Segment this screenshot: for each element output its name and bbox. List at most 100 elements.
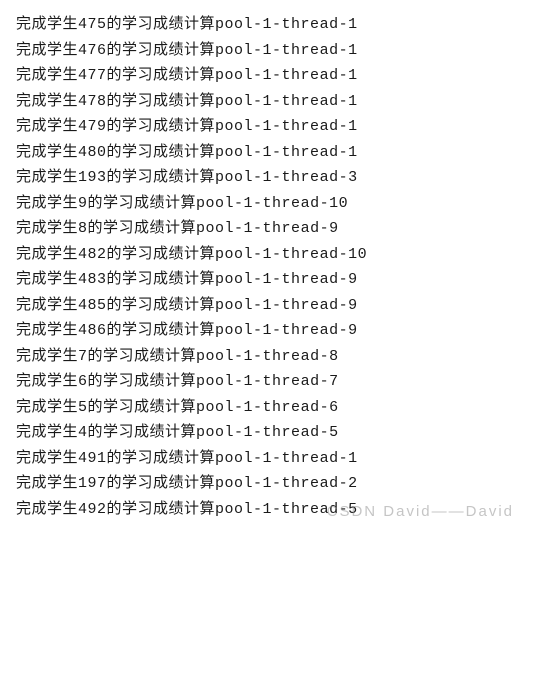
log-student-id: 475 bbox=[78, 16, 107, 33]
log-middle: 的学习成绩计算 bbox=[88, 220, 197, 237]
log-line: 完成学生9的学习成绩计算pool-1-thread-10 bbox=[16, 191, 518, 217]
log-line: 完成学生479的学习成绩计算pool-1-thread-1 bbox=[16, 114, 518, 140]
log-thread-name: pool-1-thread-3 bbox=[215, 169, 358, 186]
log-line: 完成学生486的学习成绩计算pool-1-thread-9 bbox=[16, 318, 518, 344]
log-thread-name: pool-1-thread-10 bbox=[215, 246, 367, 263]
log-prefix: 完成学生 bbox=[16, 271, 78, 288]
log-line: 完成学生476的学习成绩计算pool-1-thread-1 bbox=[16, 38, 518, 64]
log-prefix: 完成学生 bbox=[16, 67, 78, 84]
log-middle: 的学习成绩计算 bbox=[107, 271, 216, 288]
log-middle: 的学习成绩计算 bbox=[107, 67, 216, 84]
log-thread-name: pool-1-thread-9 bbox=[215, 271, 358, 288]
log-thread-name: pool-1-thread-9 bbox=[215, 322, 358, 339]
log-middle: 的学习成绩计算 bbox=[88, 424, 197, 441]
log-line: 完成学生7的学习成绩计算pool-1-thread-8 bbox=[16, 344, 518, 370]
log-prefix: 完成学生 bbox=[16, 93, 78, 110]
log-line: 完成学生4的学习成绩计算pool-1-thread-5 bbox=[16, 420, 518, 446]
log-line: 完成学生193的学习成绩计算pool-1-thread-3 bbox=[16, 165, 518, 191]
log-middle: 的学习成绩计算 bbox=[88, 195, 197, 212]
log-student-id: 9 bbox=[78, 195, 88, 212]
log-middle: 的学习成绩计算 bbox=[107, 475, 216, 492]
log-thread-name: pool-1-thread-10 bbox=[196, 195, 348, 212]
log-prefix: 完成学生 bbox=[16, 42, 78, 59]
log-prefix: 完成学生 bbox=[16, 424, 78, 441]
log-line: 完成学生6的学习成绩计算pool-1-thread-7 bbox=[16, 369, 518, 395]
log-line: 完成学生491的学习成绩计算pool-1-thread-1 bbox=[16, 446, 518, 472]
log-student-id: 479 bbox=[78, 118, 107, 135]
log-thread-name: pool-1-thread-5 bbox=[196, 424, 339, 441]
log-thread-name: pool-1-thread-6 bbox=[196, 399, 339, 416]
log-prefix: 完成学生 bbox=[16, 195, 78, 212]
log-student-id: 480 bbox=[78, 144, 107, 161]
log-student-id: 483 bbox=[78, 271, 107, 288]
log-student-id: 4 bbox=[78, 424, 88, 441]
log-prefix: 完成学生 bbox=[16, 399, 78, 416]
log-prefix: 完成学生 bbox=[16, 450, 78, 467]
log-middle: 的学习成绩计算 bbox=[107, 450, 216, 467]
log-middle: 的学习成绩计算 bbox=[107, 93, 216, 110]
log-prefix: 完成学生 bbox=[16, 501, 78, 518]
log-student-id: 482 bbox=[78, 246, 107, 263]
log-line: 完成学生475的学习成绩计算pool-1-thread-1 bbox=[16, 12, 518, 38]
log-prefix: 完成学生 bbox=[16, 322, 78, 339]
log-student-id: 486 bbox=[78, 322, 107, 339]
log-student-id: 7 bbox=[78, 348, 88, 365]
log-thread-name: pool-1-thread-8 bbox=[196, 348, 339, 365]
log-output: 完成学生475的学习成绩计算pool-1-thread-1完成学生476的学习成… bbox=[16, 12, 518, 522]
log-middle: 的学习成绩计算 bbox=[107, 246, 216, 263]
log-thread-name: pool-1-thread-1 bbox=[215, 16, 358, 33]
log-prefix: 完成学生 bbox=[16, 475, 78, 492]
log-thread-name: pool-1-thread-9 bbox=[196, 220, 339, 237]
log-student-id: 5 bbox=[78, 399, 88, 416]
log-middle: 的学习成绩计算 bbox=[88, 348, 197, 365]
log-middle: 的学习成绩计算 bbox=[107, 322, 216, 339]
log-thread-name: pool-1-thread-9 bbox=[215, 297, 358, 314]
log-line: 完成学生478的学习成绩计算pool-1-thread-1 bbox=[16, 89, 518, 115]
log-line: 完成学生5的学习成绩计算pool-1-thread-6 bbox=[16, 395, 518, 421]
log-student-id: 492 bbox=[78, 501, 107, 518]
log-prefix: 完成学生 bbox=[16, 16, 78, 33]
log-student-id: 478 bbox=[78, 93, 107, 110]
log-middle: 的学习成绩计算 bbox=[107, 16, 216, 33]
log-student-id: 193 bbox=[78, 169, 107, 186]
log-line: 完成学生480的学习成绩计算pool-1-thread-1 bbox=[16, 140, 518, 166]
log-middle: 的学习成绩计算 bbox=[107, 42, 216, 59]
log-thread-name: pool-1-thread-1 bbox=[215, 118, 358, 135]
log-line: 完成学生485的学习成绩计算pool-1-thread-9 bbox=[16, 293, 518, 319]
log-middle: 的学习成绩计算 bbox=[107, 144, 216, 161]
log-middle: 的学习成绩计算 bbox=[107, 297, 216, 314]
log-middle: 的学习成绩计算 bbox=[107, 169, 216, 186]
log-line: 完成学生197的学习成绩计算pool-1-thread-2 bbox=[16, 471, 518, 497]
log-prefix: 完成学生 bbox=[16, 373, 78, 390]
log-prefix: 完成学生 bbox=[16, 169, 78, 186]
log-middle: 的学习成绩计算 bbox=[107, 118, 216, 135]
log-student-id: 477 bbox=[78, 67, 107, 84]
log-prefix: 完成学生 bbox=[16, 297, 78, 314]
log-thread-name: pool-1-thread-1 bbox=[215, 450, 358, 467]
log-line: 完成学生483的学习成绩计算pool-1-thread-9 bbox=[16, 267, 518, 293]
log-thread-name: pool-1-thread-2 bbox=[215, 475, 358, 492]
log-thread-name: pool-1-thread-1 bbox=[215, 93, 358, 110]
log-prefix: 完成学生 bbox=[16, 118, 78, 135]
log-thread-name: pool-1-thread-1 bbox=[215, 144, 358, 161]
log-thread-name: pool-1-thread-1 bbox=[215, 67, 358, 84]
log-prefix: 完成学生 bbox=[16, 220, 78, 237]
log-student-id: 485 bbox=[78, 297, 107, 314]
log-middle: 的学习成绩计算 bbox=[88, 399, 197, 416]
log-line: 完成学生492的学习成绩计算pool-1-thread-5 bbox=[16, 497, 518, 523]
log-line: 完成学生477的学习成绩计算pool-1-thread-1 bbox=[16, 63, 518, 89]
log-student-id: 491 bbox=[78, 450, 107, 467]
log-middle: 的学习成绩计算 bbox=[107, 501, 216, 518]
log-student-id: 8 bbox=[78, 220, 88, 237]
log-student-id: 6 bbox=[78, 373, 88, 390]
log-prefix: 完成学生 bbox=[16, 246, 78, 263]
log-middle: 的学习成绩计算 bbox=[88, 373, 197, 390]
log-student-id: 197 bbox=[78, 475, 107, 492]
log-thread-name: pool-1-thread-5 bbox=[215, 501, 358, 518]
log-line: 完成学生482的学习成绩计算pool-1-thread-10 bbox=[16, 242, 518, 268]
log-thread-name: pool-1-thread-1 bbox=[215, 42, 358, 59]
log-student-id: 476 bbox=[78, 42, 107, 59]
log-prefix: 完成学生 bbox=[16, 348, 78, 365]
log-thread-name: pool-1-thread-7 bbox=[196, 373, 339, 390]
log-prefix: 完成学生 bbox=[16, 144, 78, 161]
